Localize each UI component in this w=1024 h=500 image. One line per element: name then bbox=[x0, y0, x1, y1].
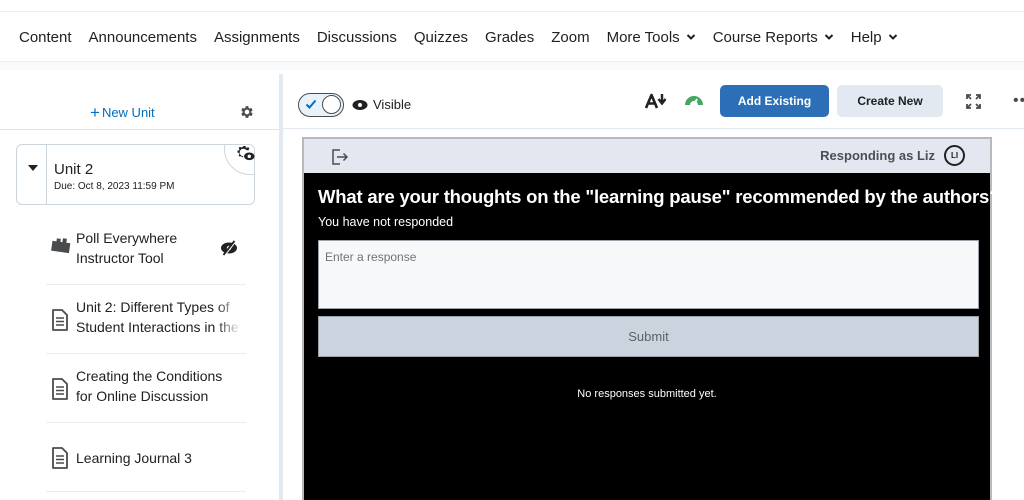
chevron-down-icon bbox=[888, 34, 897, 40]
item-title-line: Learning Journal 3 bbox=[76, 450, 192, 466]
course-navbar: Content Announcements Assignments Discus… bbox=[0, 13, 1024, 62]
item-title-line: Poll Everywhere bbox=[76, 230, 178, 246]
nav-label: Assignments bbox=[213, 28, 300, 46]
eye-icon bbox=[352, 99, 368, 110]
nav-label: Zoom bbox=[551, 28, 590, 46]
item-title: Learning Journal 3 bbox=[76, 448, 241, 468]
plugin-icon bbox=[51, 238, 71, 254]
visibility-status: Visible bbox=[352, 97, 411, 112]
gauge-icon[interactable] bbox=[684, 94, 704, 106]
list-item[interactable]: Unit 2: Different Types of Student Inter… bbox=[46, 285, 246, 354]
exit-icon[interactable] bbox=[330, 148, 348, 166]
new-unit-label: New Unit bbox=[101, 105, 155, 120]
nav-assignments[interactable]: Assignments bbox=[214, 29, 300, 46]
toolbar-separator bbox=[283, 128, 1024, 129]
unit-title: Unit 2 bbox=[54, 161, 94, 178]
add-existing-button[interactable]: Add Existing bbox=[720, 85, 829, 117]
item-title-line: Unit 2: Different Types of bbox=[76, 299, 230, 315]
new-unit-button[interactable]: + New Unit bbox=[90, 104, 155, 121]
toggle-knob bbox=[322, 95, 341, 114]
nav-label: Announcements bbox=[88, 28, 197, 46]
poll-question: What are your thoughts on the "learning … bbox=[318, 186, 1001, 207]
item-title: Unit 2: Different Types of Student Inter… bbox=[76, 297, 241, 337]
empty-responses-message: No responses submitted yet. bbox=[577, 388, 717, 400]
poll-header: Responding as Liz LI bbox=[304, 139, 990, 173]
document-icon bbox=[52, 378, 68, 400]
chevron-down-icon bbox=[686, 34, 695, 40]
content-list: Poll Everywhere Instructor Tool Unit 2: … bbox=[46, 216, 246, 492]
nav-label: More Tools bbox=[606, 28, 680, 46]
item-title: Poll Everywhere Instructor Tool bbox=[76, 228, 241, 268]
list-item[interactable]: Poll Everywhere Instructor Tool bbox=[46, 216, 246, 285]
item-title-line: Creating the Conditions bbox=[76, 368, 223, 384]
submit-button[interactable]: Submit bbox=[318, 316, 979, 357]
hidden-eye-icon[interactable] bbox=[220, 240, 238, 256]
response-status: You have not responded bbox=[318, 215, 454, 229]
list-item[interactable]: Creating the Conditions for Online Discu… bbox=[46, 354, 246, 423]
nav-shadow bbox=[0, 62, 1024, 70]
response-input[interactable] bbox=[318, 240, 979, 309]
nav-grades[interactable]: Grades bbox=[485, 29, 534, 46]
document-icon bbox=[52, 447, 68, 469]
item-title-line: Student Interactions in the bbox=[76, 319, 239, 335]
unit-card[interactable]: Unit 2 Due: Oct 8, 2023 11:59 PM bbox=[16, 144, 255, 205]
nav-discussions[interactable]: Discussions bbox=[317, 29, 397, 46]
nav-label: Quizzes bbox=[413, 28, 469, 46]
nav-label: Help bbox=[850, 28, 882, 46]
caret-down-icon bbox=[28, 165, 38, 171]
nav-zoom[interactable]: Zoom bbox=[551, 29, 589, 46]
collapse-toggle[interactable] bbox=[17, 145, 47, 204]
nav-more-tools[interactable]: More Tools bbox=[607, 29, 696, 46]
nav-label: Grades bbox=[485, 28, 535, 46]
nav-help[interactable]: Help bbox=[851, 29, 898, 46]
add-existing-label: Add Existing bbox=[737, 94, 812, 108]
plus-icon: + bbox=[90, 103, 100, 122]
item-title-line: Instructor Tool bbox=[76, 250, 164, 266]
nav-quizzes[interactable]: Quizzes bbox=[414, 29, 468, 46]
unit-due-date: Due: Oct 8, 2023 11:59 PM bbox=[54, 181, 175, 192]
list-item[interactable]: Learning Journal 3 bbox=[46, 423, 246, 492]
check-icon bbox=[305, 99, 317, 109]
sidebar-resize-handle[interactable] bbox=[279, 74, 283, 500]
nav-label: Course Reports bbox=[712, 28, 818, 46]
nav-course-reports[interactable]: Course Reports bbox=[713, 29, 834, 46]
visibility-toggle[interactable] bbox=[298, 93, 344, 117]
responding-as-label: Responding as Liz bbox=[820, 148, 935, 163]
font-size-icon[interactable] bbox=[645, 93, 667, 109]
poll-embed-frame: Responding as Liz LI What are your thoug… bbox=[302, 137, 1000, 500]
fullscreen-icon[interactable] bbox=[966, 94, 981, 109]
avatar[interactable]: LI bbox=[944, 145, 965, 166]
document-icon bbox=[52, 309, 68, 331]
item-title: Creating the Conditions for Online Discu… bbox=[76, 366, 241, 406]
item-title-line: for Online Discussion bbox=[76, 388, 209, 404]
chevron-down-icon bbox=[824, 34, 833, 40]
nav-label: Content bbox=[19, 28, 72, 46]
more-options-button[interactable]: ••• bbox=[1013, 92, 1024, 110]
nav-content[interactable]: Content bbox=[19, 29, 72, 46]
top-strip bbox=[0, 0, 1024, 12]
submit-label: Submit bbox=[628, 329, 669, 344]
sidebar-separator bbox=[0, 129, 279, 130]
nav-announcements[interactable]: Announcements bbox=[89, 29, 197, 46]
nav-label: Discussions bbox=[316, 28, 397, 46]
gear-eye-icon[interactable] bbox=[236, 145, 255, 162]
visibility-label: Visible bbox=[373, 97, 412, 112]
gear-icon[interactable] bbox=[239, 104, 255, 120]
create-new-label: Create New bbox=[857, 94, 923, 108]
create-new-button[interactable]: Create New bbox=[837, 85, 943, 117]
